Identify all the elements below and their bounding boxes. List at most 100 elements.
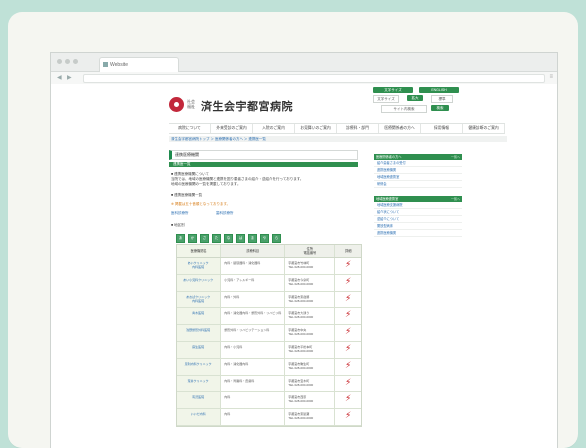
table-row: 足利内科クリニック 内科・消化器内科 宇都宮市駒生町 TEL 028-000-000… [177,358,361,376]
pdf-icon[interactable]: ⚡ [335,275,361,291]
pdf-icon[interactable]: ⚡ [335,376,361,392]
pdf-icon[interactable]: ⚡ [335,392,361,408]
clinic-name-link[interactable]: 有沢医院 [177,392,220,399]
clinic-name-link[interactable]: 麻生医院 [177,342,220,349]
clinic-address: 宇都宮市今泉町 TEL 028-000-0000 [288,277,314,286]
font-size-large-button[interactable]: 拡大 [407,95,423,101]
clinic-name-link[interactable]: 青木医院 [177,308,220,315]
table-row: あいクリニック 内科医院 内科・循環器科・消化器科 宇都宮市竹林町 TEL 028-… [177,258,361,275]
sidebar-item[interactable]: 紹介状について [374,209,462,216]
pdf-icon[interactable]: ⚡ [335,292,361,308]
gnav-checkup[interactable]: 健康診断のご案内 [463,124,505,133]
pdf-icon[interactable]: ⚡ [335,308,361,324]
logo-subtitle: 社会 福祉 [187,99,195,109]
pager-ya[interactable]: や [260,234,269,243]
filter-clinic-link[interactable]: 医科診療所 [171,211,189,215]
sidebar-item[interactable]: 紹介患者さまの受付 [374,160,462,167]
hospital-logo-icon[interactable] [169,97,184,112]
header-address: 住所 電話番号 [285,245,336,257]
sidebar-item[interactable]: 地域医療支援病院 [374,202,462,209]
clinic-dept: 内科・胃腸科・皮膚科 [224,378,255,383]
notes-line-1: 当院では、地域の医療機関と連携を図り患者さまの紹介・逆紹介を行っております。 [171,177,304,181]
list-section-label: ■ 連携医療機関一覧 [171,193,203,197]
clinic-address: 宇都宮市西原 TEL 028-000-0000 [288,395,314,404]
clinic-name-link[interactable]: 足利内科クリニック [177,359,220,366]
font-size-standard-button[interactable]: 標準 [431,95,453,103]
table-row: 荒井クリニック 内科・胃腸科・皮膚科 宇都宮市宝木町 TEL 028-000-000… [177,375,361,393]
breadcrumb[interactable]: 済生会宇都宮病院トップ ＞ 医療関係者の方へ ＞ 連携医一覧 [169,136,507,142]
pager-sa[interactable]: さ [200,234,209,243]
pager-ka[interactable]: か [188,234,197,243]
table-row: 青木医院 内科・消化器内科・整形外科・リハビリ科 宇都宮市大通り TEL 028-0… [177,308,361,326]
sidebar-more-2[interactable]: 一覧へ [451,196,460,202]
clinic-address: 宇都宮市東宿郷 TEL 028-000-0000 [288,294,314,303]
sidebar-heading-2-label: 地域医療連携室 [376,197,399,201]
close-window-dot[interactable] [57,59,62,64]
pager-a[interactable]: あ [176,234,185,243]
gnav-professionals[interactable]: 医療関係者の方へ [379,124,421,133]
sidebar-box-2: 地域医療連携室 一覧へ 地域医療支援病院 紹介状について 逆紹介について 開放型… [374,196,462,237]
gnav-outpatient[interactable]: 外来受診のご案内 [211,124,253,133]
pager-ha[interactable]: は [236,234,245,243]
maximize-window-dot[interactable] [73,59,78,64]
back-button[interactable]: ◀ [57,75,62,81]
clinic-name-link[interactable]: あいクリニック 内科医院 [177,258,220,269]
sidebar-item[interactable]: 研修会 [374,181,462,188]
clinic-name-link[interactable]: 浅野整形外科医院 [177,325,220,332]
sidebar-more-1[interactable]: 一覧へ [451,154,460,160]
clinic-name-link[interactable]: あおばクリニック 内科医院 [177,292,220,303]
clinic-name-link[interactable]: いいだ内科 [177,409,220,416]
pdf-icon[interactable]: ⚡ [335,325,361,341]
favicon-icon [103,62,108,67]
table-row: 有沢医院 内科 宇都宮市西原 TEL 028-000-0000 ⚡ [177,392,361,410]
header-button-fontsize[interactable]: 文字サイズ [373,87,413,93]
sidebar-heading-1-label: 医療関係者の方へ [376,155,402,159]
pdf-icon[interactable]: ⚡ [335,359,361,375]
clinic-dept: 内科 [224,412,231,417]
filter-dental-link[interactable]: 歯科診療所 [216,211,234,215]
table-row: あおばクリニック 内科医院 内科・外科 宇都宮市東宿郷 TEL 028-000-00… [177,291,361,309]
clinic-name-link[interactable]: あい小児科クリニック [177,275,220,282]
kana-pager: あ か さ た な は ま や ら [176,234,281,243]
browser-tab[interactable]: Website [99,57,179,72]
minimize-window-dot[interactable] [65,59,70,64]
browser-menu-icon[interactable]: ≡ [549,74,553,80]
forward-button[interactable]: ▶ [67,75,72,81]
order-note: ※ 掲載は五十音順となっております。 [171,202,231,206]
sidebar-item[interactable]: 連携医療機関 [374,167,462,174]
table-row: あい小児科クリニック 小児科・アレルギー科 宇都宮市今泉町 TEL 028-000-… [177,274,361,292]
header-detail: 詳細 [345,249,352,253]
clinic-address: 宇都宮市中央 TEL 028-000-0000 [288,328,314,337]
site-logo-text[interactable]: 済生会宇都宮病院 [201,98,293,114]
sidebar-item[interactable]: 地域医療連携室 [374,174,462,181]
clinic-dept: 小児科・アレルギー科 [224,277,255,282]
clinic-dept: 内科・外科 [224,294,240,299]
clinic-address: 宇都宮市駒生町 TEL 028-000-0000 [288,361,314,370]
site-search-input[interactable]: サイト内検索 [381,105,427,113]
sidebar-heading-1: 医療関係者の方へ 一覧へ [374,154,462,160]
pager-ta[interactable]: た [212,234,221,243]
gnav-about[interactable]: 病院について [169,124,211,133]
gnav-inpatient[interactable]: 入院のご案内 [253,124,295,133]
notes-heading: ■ 連携医療機関について [171,172,209,176]
gnav-departments[interactable]: 診療科・部門 [337,124,379,133]
pager-na[interactable]: な [224,234,233,243]
pdf-icon[interactable]: ⚡ [335,342,361,358]
search-button[interactable]: 検索 [431,105,449,111]
clinic-dept: 整形外科・リハビリテーション科 [224,328,270,333]
header-button-english[interactable]: ENGLISH [419,87,459,93]
pdf-icon[interactable]: ⚡ [335,258,361,274]
clinic-dept: 内科・消化器内科 [224,361,249,366]
pager-ra[interactable]: ら [272,234,281,243]
clinic-name-link[interactable]: 荒井クリニック [177,376,220,383]
gnav-recruit[interactable]: 採用情報 [421,124,463,133]
sidebar-item[interactable]: 逆紹介について [374,216,462,223]
pdf-icon[interactable]: ⚡ [335,409,361,425]
address-bar[interactable] [83,74,545,83]
sidebar-box-1: 医療関係者の方へ 一覧へ 紹介患者さまの受付 連携医療機関 地域医療連携室 研修… [374,154,462,188]
browser-window: Website ◀ ▶ ≡ 社会 福祉 済生会宇都宮病院 文字サイズ ENGLI… [50,52,558,448]
sidebar-item[interactable]: 開放型病床 [374,223,462,230]
pager-ma[interactable]: ま [248,234,257,243]
sidebar-item[interactable]: 連携医療機関 [374,230,462,237]
gnav-visitors[interactable]: お見舞いのご案内 [295,124,337,133]
